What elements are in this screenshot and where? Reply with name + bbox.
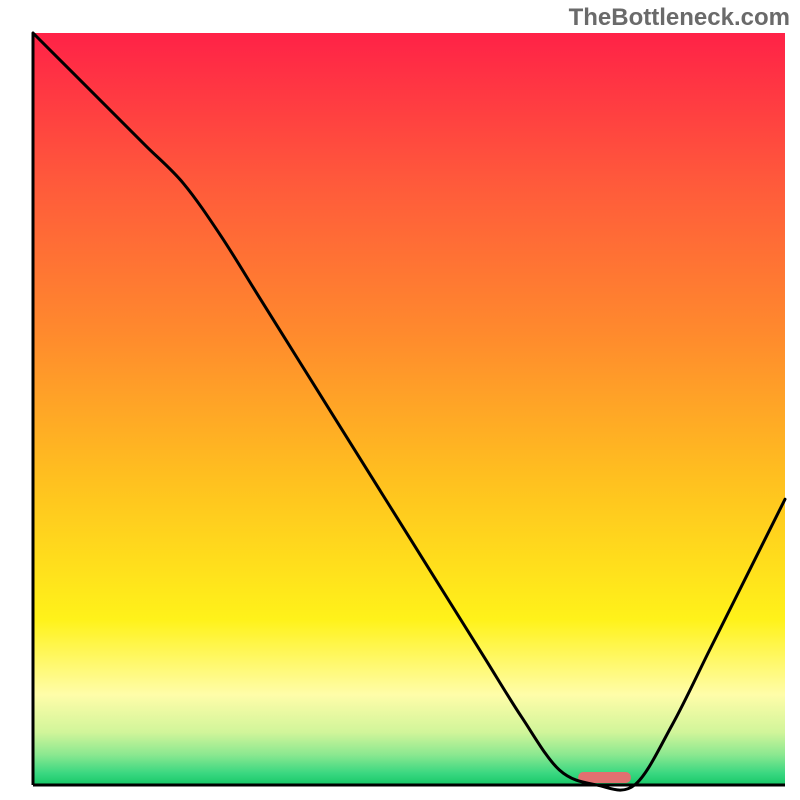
chart-root: TheBottleneck.com <box>0 0 800 800</box>
chart-svg <box>0 0 800 800</box>
watermark: TheBottleneck.com <box>569 4 790 32</box>
